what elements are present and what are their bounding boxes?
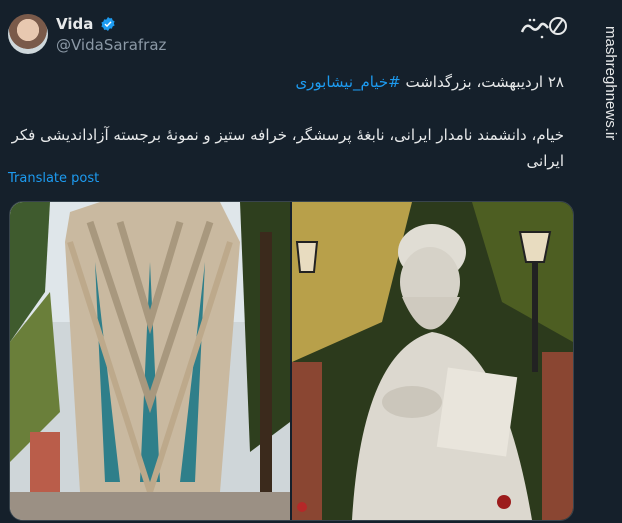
tomb-monument-image[interactable] (10, 202, 290, 520)
author-handle[interactable]: @VidaSarafraz (56, 36, 166, 54)
mashreghnews-watermark: mashreghnews.ir (602, 26, 618, 140)
post-date-text: ۲۸ اردیبهشت، بزرگداشت (400, 73, 565, 91)
translate-post-link[interactable]: Translate post (8, 171, 99, 186)
post-body: خیام، دانشمند نامدار ایرانی، نابغهٔ پرسش… (11, 126, 564, 170)
svg-text:mashreghnews.ir: mashreghnews.ir (602, 26, 618, 140)
post-media[interactable] (9, 201, 574, 521)
verified-badge-icon (101, 17, 115, 31)
post-first-line: ۲۸ اردیبهشت، بزرگداشت #خیام_نیشابوری (295, 73, 564, 91)
statue-image[interactable] (292, 202, 573, 520)
hashtag-link[interactable]: #خیام_نیشابوری (295, 73, 400, 91)
mashregh-logo-icon (520, 17, 567, 39)
author-name[interactable]: Vida (56, 15, 93, 33)
avatar[interactable] (8, 14, 48, 54)
